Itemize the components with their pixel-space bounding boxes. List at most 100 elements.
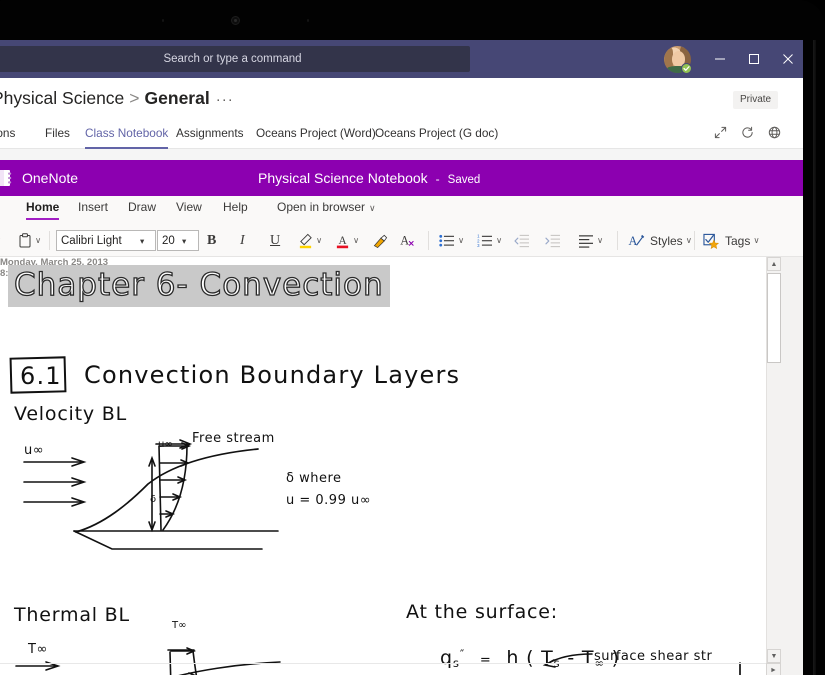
onenote-document-title: Physical Science Notebook [258,170,428,186]
font-family-dropdown[interactable]: Calibri LightCalibriArialTimes New Roman [56,230,156,251]
close-icon[interactable] [773,46,803,72]
chevron-down-icon: ∨ [753,235,760,245]
onenote-ribbon-tabs: Home Insert Draw View Help Open in brows… [0,196,803,224]
svg-text:A: A [629,234,638,248]
ribbon-tab-home[interactable]: Home [26,200,60,220]
q-equals: = [479,653,492,668]
tab-class-notebook[interactable]: Class Notebook [85,122,169,149]
ribbon-tab-draw[interactable]: Draw [128,200,156,214]
thermal-bl-diagram [15,647,281,675]
tags-button[interactable]: Tags ∨ [703,224,760,257]
channel-more-icon[interactable]: ··· [216,91,234,108]
surface-flux-equation: qs″ = h ( Ts - T∞ ) [440,647,620,670]
q-superscript: ″ [459,647,466,662]
font-size-dropdown[interactable]: 810111214161820242836 [157,230,199,251]
tab-conversations[interactable]: sations [0,122,15,149]
undo-chevron-icon[interactable]: ∨ [0,224,1,257]
increase-indent-button[interactable] [545,224,561,257]
tab-assignments[interactable]: Assignments [176,122,244,149]
search-placeholder: Search or type a command [163,53,302,65]
page-bottom-divider [0,663,781,664]
underline-button[interactable]: U [270,224,280,257]
onenote-canvas: Chapter 6- Convection Monday, March 25, … [0,257,803,675]
q-rhs-mid: - T [560,647,595,669]
breadcrumb-team[interactable]: Physical Science [0,88,124,108]
font-family-select[interactable]: Calibri LightCalibriArialTimes New Roman [56,224,156,257]
q-rhs-close: ) [604,647,620,669]
toolbar-separator [617,231,618,250]
refresh-icon[interactable] [741,126,754,139]
clear-formatting-button[interactable]: A [399,224,415,257]
ribbon-tab-insert[interactable]: Insert [78,200,108,214]
private-badge: Private [733,91,779,109]
note-page[interactable]: Chapter 6- Convection Monday, March 25, … [0,257,781,675]
scroll-down-button[interactable]: ▼ [767,649,781,663]
breadcrumb-separator: > [129,88,140,108]
onenote-app-name: OneNote [22,170,79,186]
font-size-select[interactable]: 810111214161820242836 [157,224,199,257]
laptop-device: Search or type a command Physical Scienc… [0,0,825,675]
bullets-button[interactable]: ∨ [439,224,464,257]
svg-text:A: A [400,233,409,247]
styles-label: Styles [650,233,683,248]
scroll-right-button[interactable]: ► [766,663,781,675]
paste-button[interactable]: ∨ [18,224,41,257]
search-input[interactable]: Search or type a command [0,46,470,72]
laptop-bezel-top [0,0,825,40]
onenote-logo-icon [0,167,18,189]
tab-files[interactable]: Files [45,122,70,149]
thermal-bl-heading: Thermal BL [14,604,130,626]
section-heading: Convection Boundary Layers [84,361,461,389]
tab-oceans-project-word[interactable]: Oceans Project (Word) [256,122,376,149]
italic-button[interactable]: I [240,224,245,257]
globe-icon[interactable] [768,126,781,139]
channel-tab-strip: sations Files Class Notebook Assignments… [0,122,803,149]
surface-heading: At the surface: [406,601,558,623]
maximize-icon[interactable] [739,46,769,72]
tab-actions [714,126,781,139]
breadcrumb-channel[interactable]: General [145,88,210,108]
onenote-document-title-group: Physical Science Notebook - Saved [258,170,480,186]
bold-button[interactable]: B [207,224,216,257]
microphone-hole-right [307,19,309,22]
expand-icon[interactable] [714,126,727,139]
chevron-down-icon: ∨ [597,235,604,245]
tab-gap-spacer [0,149,803,160]
chevron-down-icon: ∨ [316,235,323,245]
decrease-indent-button[interactable] [514,224,530,257]
webcam-lens [234,19,237,22]
chevron-down-icon: ∨ [35,235,42,245]
format-painter-button[interactable] [372,224,388,257]
teams-title-bar: Search or type a command [0,40,803,78]
onenote-app-bar: OneNote Physical Science Notebook - Saved [0,160,803,196]
ribbon-tab-view[interactable]: View [176,200,202,214]
ribbon-tab-help[interactable]: Help [223,200,248,214]
status-badge-available [681,63,692,74]
minimize-icon[interactable] [705,46,735,72]
canvas-right-gutter [781,257,803,675]
open-in-browser-label: Open in browser [277,200,366,214]
tags-label: Tags [725,233,751,248]
save-state: Saved [447,174,481,186]
tab-oceans-project-gdoc[interactable]: Oceans Project (G doc) [375,122,498,149]
svg-text:3: 3 [477,243,480,248]
highlight-button[interactable]: ∨ [298,224,322,257]
onenote-ribbon-toolbar: ∨ ∨ Calibri LightCalibriArialTimes New R… [0,224,803,257]
ribbon-tab-open-in-browser[interactable]: Open in browser ∨ [277,200,376,214]
chevron-down-icon: ∨ [496,235,503,245]
breadcrumb: Physical Science > General ··· [0,88,234,109]
toolbar-separator [428,231,429,250]
vertical-scrollbar[interactable]: ▲ ▼ [766,257,781,663]
toolbar-separator [694,231,695,250]
font-color-button[interactable]: A ∨ [335,224,359,257]
laptop-bezel-edge [813,40,816,675]
align-button[interactable]: ∨ [578,224,603,257]
numbering-button[interactable]: 1 2 3 ∨ [477,224,502,257]
scroll-up-button[interactable]: ▲ [767,257,781,271]
scrollbar-thumb[interactable] [767,273,781,363]
thermal-freestream-symbol: T∞ [172,620,187,631]
q-symbol: q [440,647,453,669]
styles-button[interactable]: A Styles ∨ [628,224,692,257]
section-number: 6.1 [20,362,62,390]
avatar[interactable] [664,46,692,74]
